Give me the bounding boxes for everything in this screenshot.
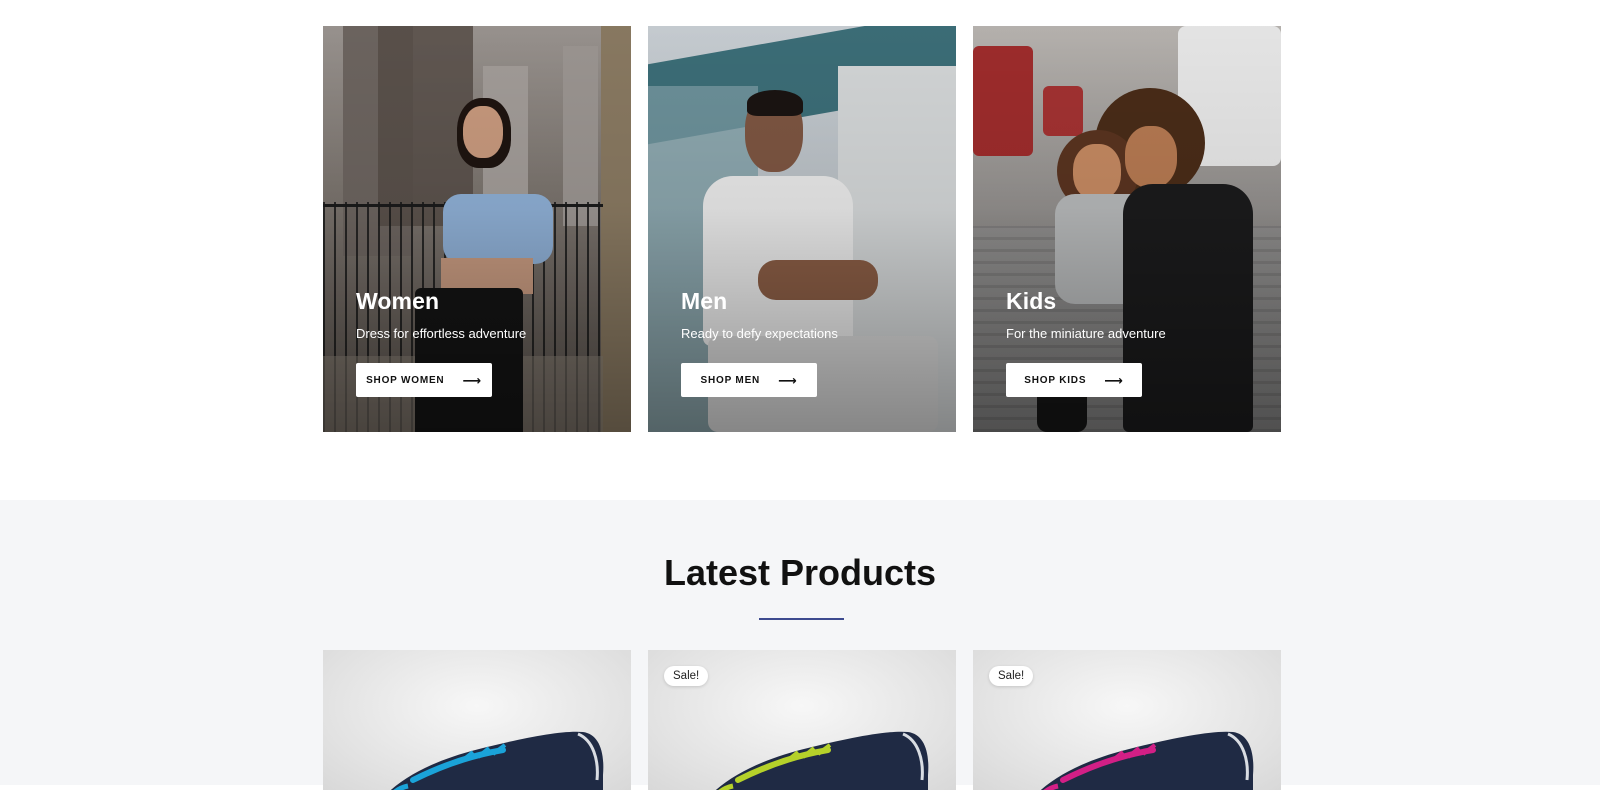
sale-badge: Sale! xyxy=(664,666,709,686)
category-subtitle: Ready to defy expectations xyxy=(681,326,838,341)
sale-badge: Sale! xyxy=(989,666,1034,686)
category-title: Men xyxy=(681,288,728,314)
category-card-men[interactable]: Men Ready to defy expectations SHOP MEN … xyxy=(648,26,956,432)
shop-kids-button[interactable]: SHOP KIDS ⟶ xyxy=(1006,363,1142,397)
category-title: Kids xyxy=(1006,288,1057,314)
category-title: Women xyxy=(356,288,440,314)
section-title: Latest Products xyxy=(663,552,937,593)
shop-women-button[interactable]: SHOP WOMEN ⟶ xyxy=(356,363,492,397)
arrow-right-icon: ⟶ xyxy=(1104,372,1124,388)
product-card[interactable]: Sale! xyxy=(973,650,1281,790)
product-card[interactable]: Sale! xyxy=(648,650,956,790)
sneaker-magenta-accent-photo xyxy=(1040,731,1254,790)
arrow-right-icon: ⟶ xyxy=(462,372,482,388)
category-card-kids[interactable]: Kids For the miniature adventure SHOP KI… xyxy=(973,26,1281,432)
latest-products-section: Latest Products Sale! Sale! xyxy=(0,500,1600,790)
arrow-right-icon: ⟶ xyxy=(778,372,798,388)
category-subtitle: For the miniature adventure xyxy=(1006,326,1166,341)
category-grid: Women Dress for effortless adventure SHO… xyxy=(323,26,1281,432)
sneaker-blue-accent-photo xyxy=(390,731,604,790)
button-label: SHOP KIDS xyxy=(1024,374,1087,386)
button-label: SHOP MEN xyxy=(700,374,761,386)
sneaker-lime-accent-photo xyxy=(715,731,929,790)
category-card-women[interactable]: Women Dress for effortless adventure SHO… xyxy=(323,26,631,432)
product-card[interactable] xyxy=(323,650,631,790)
shop-men-button[interactable]: SHOP MEN ⟶ xyxy=(681,363,817,397)
category-subtitle: Dress for effortless adventure xyxy=(356,326,527,341)
button-label: SHOP WOMEN xyxy=(366,374,445,386)
title-underline xyxy=(759,618,844,620)
